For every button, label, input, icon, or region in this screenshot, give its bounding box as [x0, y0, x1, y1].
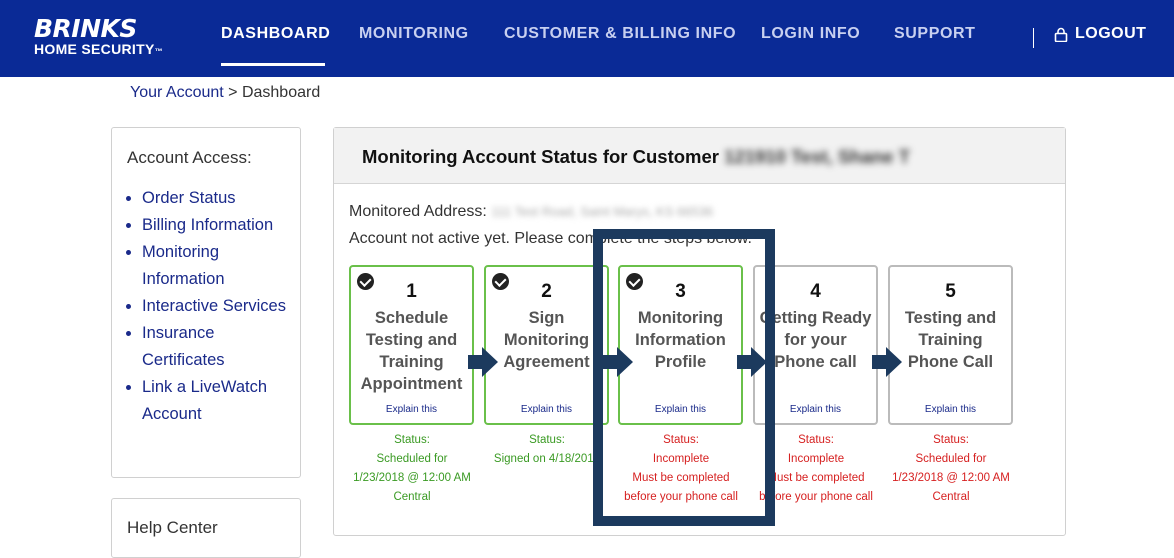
- status-line: Status:: [394, 434, 430, 446]
- monitored-address: Monitored Address: 111 Test Road, Saint …: [349, 203, 713, 221]
- step-status-3: Status: Incomplete Must be completed bef…: [615, 431, 747, 507]
- status-line: Central: [932, 491, 970, 503]
- step-title: Getting Ready for your Phone call: [759, 309, 872, 371]
- step-status-1: Status: Scheduled for 1/23/2018 @ 12:00 …: [346, 431, 478, 507]
- arrow-right-icon: [872, 347, 902, 377]
- status-line: Central: [393, 491, 431, 503]
- help-center-title: Help Center: [127, 518, 218, 537]
- status-line: Signed on 4/18/2018: [493, 453, 601, 465]
- step-number: 3: [675, 281, 686, 302]
- step-card-3[interactable]: 3 Monitoring Information Profile Explain…: [618, 265, 743, 425]
- nav-divider: [1033, 28, 1034, 48]
- nav-support[interactable]: SUPPORT: [894, 25, 976, 43]
- top-navigation-bar: BRINKS HOME SECURITY™ DASHBOARD MONITORI…: [0, 0, 1174, 77]
- sidebar-link-interactive-services[interactable]: Interactive Services: [142, 297, 286, 315]
- explain-link[interactable]: Explain this: [890, 404, 1011, 415]
- step-number: 4: [810, 281, 821, 302]
- sidebar-item: Order Status: [142, 185, 292, 212]
- sidebar-link-monitoring-information[interactable]: Monitoring Information: [142, 243, 225, 288]
- status-line: Scheduled for: [915, 453, 987, 465]
- sidebar-item: Link a LiveWatch Account: [142, 374, 292, 428]
- step-number: 1: [406, 281, 417, 302]
- monitoring-status-panel: Monitoring Account Status for Customer 1…: [333, 127, 1066, 536]
- status-line: Incomplete: [652, 453, 710, 465]
- breadcrumb-separator: >: [223, 84, 242, 101]
- step-number: 2: [541, 281, 552, 302]
- nav-customer-billing[interactable]: CUSTOMER & BILLING INFO: [504, 25, 736, 43]
- breadcrumb-your-account[interactable]: Your Account: [130, 84, 224, 101]
- logo-brand: BRINKS: [34, 14, 137, 43]
- breadcrumb: Your Account > Dashboard: [130, 84, 320, 102]
- step-card-4[interactable]: 4 Getting Ready for your Phone call Expl…: [753, 265, 878, 425]
- address-label: Monitored Address:: [349, 203, 487, 220]
- step-card-5[interactable]: 5 Testing and Training Phone Call Explai…: [888, 265, 1013, 425]
- status-line: Scheduled for: [376, 453, 448, 465]
- arrow-right-icon: [468, 347, 498, 377]
- breadcrumb-current: Dashboard: [241, 84, 321, 101]
- panel-title: Monitoring Account Status for Customer 1…: [362, 146, 910, 168]
- step-title: Schedule Testing and Training Appointmen…: [360, 309, 463, 393]
- status-line: Status:: [529, 434, 565, 446]
- sidebar-link-order-status[interactable]: Order Status: [142, 189, 236, 207]
- step-title: Monitoring Information Profile: [635, 309, 726, 371]
- status-line: Status:: [798, 434, 834, 446]
- panel-header: Monitoring Account Status for Customer 1…: [334, 128, 1065, 184]
- arrow-right-icon: [603, 347, 633, 377]
- sidebar-item: Billing Information: [142, 212, 292, 239]
- status-line: Must be completed: [632, 472, 730, 484]
- step-number: 5: [945, 281, 956, 302]
- account-access-list: Order Status Billing Information Monitor…: [142, 185, 292, 428]
- activation-notice: Account not active yet. Please complete …: [349, 230, 752, 247]
- step-title: Sign Monitoring Agreement: [503, 309, 590, 371]
- step-status-5: Status: Scheduled for 1/23/2018 @ 12:00 …: [885, 431, 1017, 507]
- sidebar-item: Insurance Certificates: [142, 320, 292, 374]
- step-title: Testing and Training Phone Call: [904, 309, 997, 371]
- sidebar-link-livewatch[interactable]: Link a LiveWatch Account: [142, 378, 267, 423]
- nav-login-info[interactable]: LOGIN INFO: [761, 25, 860, 43]
- brinks-logo[interactable]: BRINKS HOME SECURITY™: [34, 14, 163, 60]
- help-center-panel: Help Center: [111, 498, 301, 558]
- active-tab-underline: [221, 63, 325, 66]
- nav-monitoring[interactable]: MONITORING: [359, 25, 469, 43]
- step-card-2[interactable]: 2 Sign Monitoring Agreement Explain this: [484, 265, 609, 425]
- account-access-title: Account Access:: [127, 148, 252, 167]
- explain-link[interactable]: Explain this: [620, 404, 741, 415]
- panel-title-text: Monitoring Account Status for Customer: [362, 146, 719, 167]
- nav-dashboard[interactable]: DASHBOARD: [221, 25, 330, 43]
- status-line: before your phone call: [624, 491, 738, 503]
- logo-sub: HOME SECURITY™: [34, 41, 163, 57]
- address-redacted: 111 Test Road, Saint Marys, KS 66536: [491, 204, 714, 219]
- arrow-right-icon: [737, 347, 767, 377]
- status-line: 1/23/2018 @ 12:00 AM: [892, 472, 1010, 484]
- status-line: 1/23/2018 @ 12:00 AM: [353, 472, 471, 484]
- step-status-2: Status: Signed on 4/18/2018: [481, 431, 613, 469]
- status-line: Must be completed: [767, 472, 865, 484]
- account-access-panel: Account Access: Order Status Billing Inf…: [111, 127, 301, 478]
- lock-icon: [1054, 27, 1068, 42]
- explain-link[interactable]: Explain this: [486, 404, 607, 415]
- status-line: before your phone call: [759, 491, 873, 503]
- status-line: Status:: [933, 434, 969, 446]
- logout-button[interactable]: LOGOUT: [1054, 25, 1146, 43]
- step-card-1[interactable]: 1 Schedule Testing and Training Appointm…: [349, 265, 474, 425]
- step-status-4: Status: Incomplete Must be completed bef…: [750, 431, 882, 507]
- sidebar-item: Monitoring Information: [142, 239, 292, 293]
- customer-name-redacted: 121910 Test, Shane T: [724, 146, 910, 167]
- sidebar-link-insurance-certificates[interactable]: Insurance Certificates: [142, 324, 225, 369]
- status-line: Incomplete: [787, 453, 845, 465]
- status-line: Status:: [663, 434, 699, 446]
- explain-link[interactable]: Explain this: [755, 404, 876, 415]
- sidebar-item: Interactive Services: [142, 293, 292, 320]
- explain-link[interactable]: Explain this: [351, 404, 472, 415]
- sidebar-link-billing-information[interactable]: Billing Information: [142, 216, 273, 234]
- logout-label: LOGOUT: [1075, 25, 1147, 42]
